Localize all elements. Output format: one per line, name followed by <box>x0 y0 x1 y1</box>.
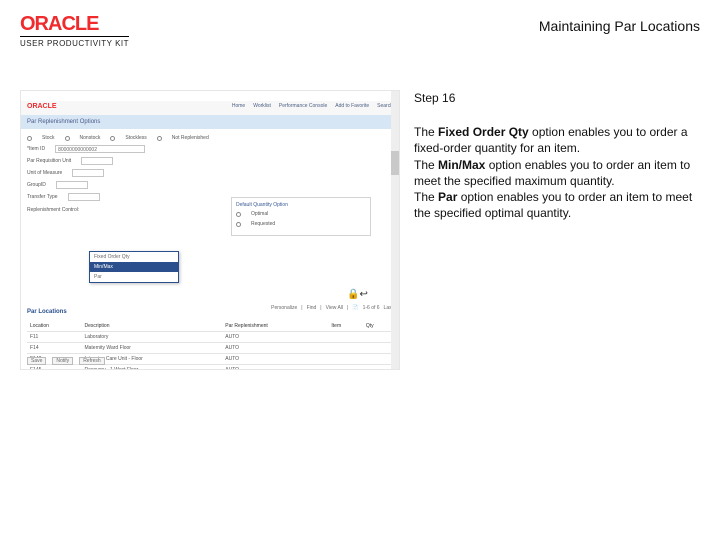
tab[interactable]: Worklist <box>253 103 271 109</box>
lock-icon: 🔒↩ <box>347 289 368 300</box>
embedded-screenshot: ORACLE Home Worklist Performance Console… <box>20 90 400 370</box>
step-label: Step 16 <box>414 90 700 106</box>
input[interactable] <box>68 193 100 201</box>
paragraph: The Min/Max option enables you to order … <box>414 157 700 189</box>
input[interactable] <box>81 157 113 165</box>
item-id-field[interactable]: 80000000000002 <box>55 145 145 153</box>
app-brand: ORACLE <box>27 103 57 110</box>
oracle-wordmark: ORACLE <box>20 14 129 34</box>
tab[interactable]: Home <box>232 103 245 109</box>
pager: Save Notify Refresh <box>27 357 105 365</box>
radio[interactable] <box>236 212 241 217</box>
tab[interactable]: Add to Favorite <box>335 103 369 109</box>
instruction-text: Step 16 The Fixed Order Qty option enabl… <box>414 90 700 370</box>
radio[interactable] <box>157 136 162 141</box>
scrollbar[interactable] <box>391 91 399 369</box>
label: *Item ID <box>27 146 45 152</box>
breadcrumb: Par Replenishment Options <box>21 115 399 129</box>
grid-toolbar: Personalize| Find| View All| 📄 1-6 of 6 … <box>271 305 393 311</box>
replenish-label: Replenishment Control: <box>27 207 79 213</box>
replenish-dropdown[interactable]: Fixed Order Qty Min/Max Par <box>89 251 179 283</box>
paragraph: The Fixed Order Qty option enables you t… <box>414 124 700 156</box>
page-title: Maintaining Par Locations <box>539 14 700 34</box>
radio[interactable] <box>27 136 32 141</box>
radio[interactable] <box>65 136 70 141</box>
notify-button[interactable]: Notify <box>52 357 73 365</box>
radio[interactable] <box>110 136 115 141</box>
top-tabs: Home Worklist Performance Console Add to… <box>232 103 393 109</box>
table-row: F145Recovery - 1 West FloorAUTO <box>27 365 393 371</box>
oracle-logo: ORACLE USER PRODUCTIVITY KIT <box>20 14 129 48</box>
qty-option-box: Default Quantity Option Optimal Requeste… <box>231 197 371 236</box>
save-button[interactable]: Save <box>27 357 46 365</box>
tab[interactable]: Performance Console <box>279 103 327 109</box>
oracle-subtitle: USER PRODUCTIVITY KIT <box>20 36 129 48</box>
table-row: F14Maternity Ward FloorAUTO <box>27 343 393 354</box>
table-row: F11LaboratoryAUTO <box>27 332 393 343</box>
radio[interactable] <box>236 222 241 227</box>
paragraph: The Par option enables you to order an i… <box>414 189 700 221</box>
refresh-button[interactable]: Refresh <box>79 357 105 365</box>
input[interactable] <box>56 181 88 189</box>
input[interactable] <box>72 169 104 177</box>
